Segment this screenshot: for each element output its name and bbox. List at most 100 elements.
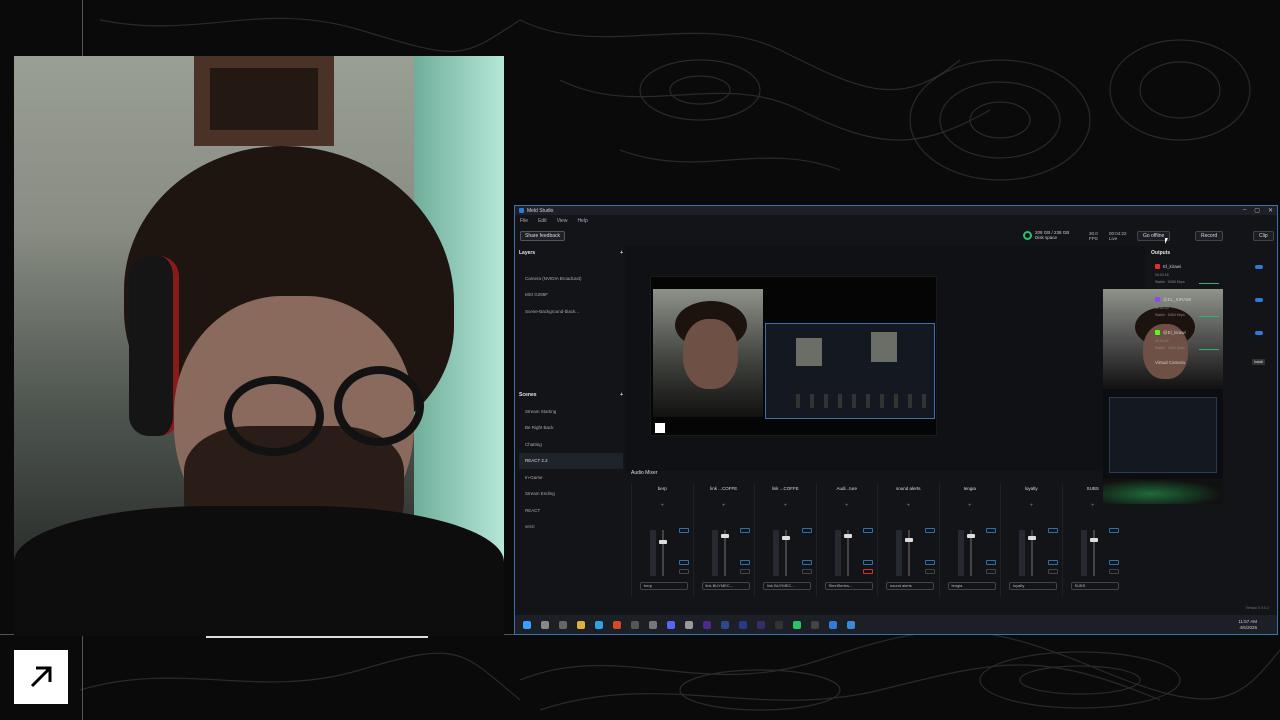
discord-icon[interactable] (667, 621, 675, 629)
mute-button[interactable] (986, 569, 996, 574)
start-icon[interactable] (523, 621, 531, 629)
add-filter-button[interactable]: + (878, 503, 939, 509)
add-filter-button[interactable]: + (1063, 503, 1124, 509)
menu-file[interactable]: File (520, 218, 528, 224)
channel-source-select[interactable]: sound alerts (886, 582, 934, 590)
clip-channel-button[interactable] (986, 560, 996, 565)
fader-handle[interactable] (782, 536, 790, 540)
fader-handle[interactable] (966, 534, 975, 538)
scene-item-active[interactable]: REACT 2.2 (519, 452, 623, 469)
settings-icon[interactable] (685, 621, 693, 629)
fader-handle[interactable] (843, 534, 852, 538)
edit-button[interactable] (986, 528, 996, 533)
search-icon[interactable] (541, 621, 549, 629)
share-feedback-button[interactable]: Share feedback (520, 231, 566, 241)
channel-source-select[interactable]: berp (640, 582, 688, 590)
output-toggle[interactable] (1255, 298, 1263, 302)
clip-channel-button[interactable] (1109, 560, 1119, 565)
add-filter-button[interactable]: + (632, 503, 693, 509)
after-effects-icon[interactable] (739, 621, 747, 629)
edit-button[interactable] (678, 528, 689, 533)
scene-item[interactable]: verzi (519, 519, 623, 536)
main-canvas[interactable] (650, 276, 937, 436)
mute-button[interactable] (924, 569, 935, 574)
browser-icon[interactable] (595, 621, 603, 629)
meld-studio-taskbar-icon[interactable] (829, 621, 837, 629)
clip-button[interactable]: Clip (1253, 231, 1274, 241)
add-filter-button[interactable]: + (755, 503, 816, 509)
app-icon[interactable] (811, 621, 819, 629)
clip-channel-button[interactable] (801, 560, 812, 565)
close-button[interactable]: ✕ (1268, 207, 1273, 214)
edit-button[interactable] (1047, 528, 1058, 533)
output-toggle[interactable] (1255, 265, 1263, 269)
record-button[interactable]: Record (1195, 231, 1224, 241)
add-filter-button[interactable]: + (940, 503, 1001, 509)
channel-source-select[interactable]: tengia (947, 582, 996, 590)
output-toggle[interactable] (1255, 331, 1263, 335)
scene-item[interactable]: Stream Starting (519, 403, 623, 420)
system-tray-clock[interactable]: 11:57 AM 4/6/2026 (1238, 619, 1257, 631)
edit-button[interactable] (801, 528, 812, 533)
mute-button[interactable] (863, 569, 873, 574)
edit-button[interactable] (863, 528, 873, 533)
channel-source-select[interactable]: SUBS (1070, 582, 1119, 590)
channel-source-select[interactable]: link BUYMEC... (701, 582, 750, 590)
mute-button[interactable] (678, 569, 689, 574)
menu-edit[interactable]: Edit (538, 218, 547, 224)
app-icon[interactable] (613, 621, 621, 629)
fader-handle[interactable] (905, 538, 913, 542)
channel-source-select[interactable]: link BUYMEC... (763, 582, 811, 590)
volume-fader[interactable] (1092, 530, 1095, 576)
clip-channel-button[interactable] (924, 560, 935, 565)
volume-fader[interactable] (662, 530, 664, 576)
mute-button[interactable] (740, 569, 750, 574)
maximize-button[interactable]: ▢ (1254, 207, 1260, 214)
file-explorer-icon[interactable] (577, 621, 585, 629)
mute-button[interactable] (801, 569, 812, 574)
menu-help[interactable]: Help (577, 218, 587, 224)
fader-handle[interactable] (1028, 536, 1036, 540)
scene-item[interactable]: Stream Ending (519, 486, 623, 503)
channel-source-select[interactable]: SteelSeries... (824, 582, 873, 590)
fader-handle[interactable] (720, 534, 729, 538)
edit-button[interactable] (1109, 528, 1119, 533)
layer-item[interactable]: Camera (NVIDIA Broadcast) (519, 270, 623, 287)
add-filter-button[interactable]: + (1001, 503, 1062, 509)
premiere-icon[interactable] (703, 621, 711, 629)
output-row[interactable]: @EL_KIRAWI 00:04:20 Stable · 6084 Kbps (1151, 295, 1275, 328)
fader-handle[interactable] (1089, 538, 1098, 542)
minimize-button[interactable]: – (1243, 207, 1246, 214)
app-icon[interactable] (631, 621, 639, 629)
clip-channel-button[interactable] (1047, 560, 1058, 565)
task-view-icon[interactable] (559, 621, 567, 629)
scene-item[interactable]: Be Right Back (519, 420, 623, 437)
play-icon[interactable] (793, 621, 801, 629)
scene-item[interactable]: In-Game (519, 469, 623, 486)
mute-button[interactable] (1109, 569, 1119, 574)
scene-item[interactable]: Chatting (519, 436, 623, 453)
mute-button[interactable] (1047, 569, 1058, 574)
menu-view[interactable]: View (557, 218, 568, 224)
clip-channel-button[interactable] (863, 560, 873, 565)
app-icon[interactable] (649, 621, 657, 629)
add-layer-button[interactable]: + (620, 250, 623, 256)
edit-button[interactable] (924, 528, 935, 533)
volume-fader[interactable] (908, 530, 910, 576)
media-encoder-icon[interactable] (757, 621, 765, 629)
output-row[interactable]: El_kirawi 00:04:18 Stable · 6085 Kbps (1151, 262, 1275, 295)
app-icon[interactable] (775, 621, 783, 629)
add-scene-button[interactable]: + (620, 392, 623, 398)
photoshop-icon[interactable] (721, 621, 729, 629)
fader-handle[interactable] (659, 540, 667, 544)
clip-channel-button[interactable] (740, 560, 750, 565)
layer-item[interactable]: MSI G285F (519, 287, 623, 304)
add-filter-button[interactable]: + (817, 503, 878, 509)
edit-button[interactable] (740, 528, 750, 533)
output-row[interactable]: @El_kirawi 00:04:22 Stable · 4994 Kbps (1151, 328, 1275, 361)
clip-channel-button[interactable] (678, 560, 689, 565)
scene-item[interactable]: REACT (519, 502, 623, 519)
install-virtual-camera-button[interactable]: Install (1251, 359, 1265, 365)
app-icon[interactable] (847, 621, 855, 629)
layer-item[interactable]: Scene-Background-black... (519, 303, 623, 320)
